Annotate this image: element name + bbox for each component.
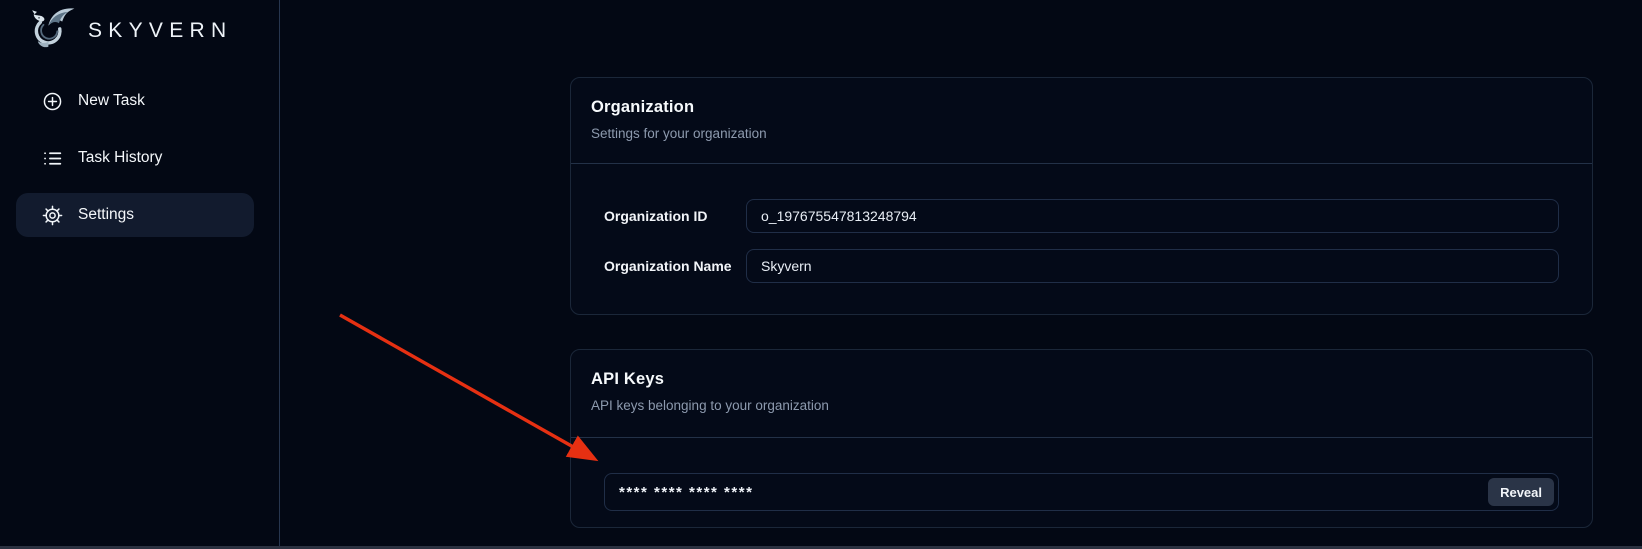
api-key-field: Reveal <box>604 473 1559 511</box>
plus-circle-icon <box>42 91 63 112</box>
organization-name-input[interactable] <box>746 249 1559 283</box>
organization-card-header: Organization Settings for your organizat… <box>571 78 1592 164</box>
organization-card-subtitle: Settings for your organization <box>591 126 1568 141</box>
organization-card-title: Organization <box>591 98 1568 117</box>
organization-name-label: Organization Name <box>604 258 746 274</box>
sidebar-item-task-history[interactable]: Task History <box>0 136 279 180</box>
api-keys-card: API Keys API keys belonging to your orga… <box>570 349 1593 528</box>
organization-id-row: Organization ID <box>604 199 1559 233</box>
sidebar: SKYVERN New Task Task History <box>0 0 280 549</box>
sidebar-item-new-task[interactable]: New Task <box>0 79 279 123</box>
organization-card: Organization Settings for your organizat… <box>570 77 1593 315</box>
organization-card-body: Organization ID Organization Name <box>571 164 1592 283</box>
list-icon <box>42 148 63 169</box>
sidebar-nav: New Task Task History <box>0 79 279 250</box>
api-keys-card-header: API Keys API keys belonging to your orga… <box>571 350 1592 438</box>
gear-icon <box>42 205 63 226</box>
brand-header: SKYVERN <box>0 0 279 60</box>
sidebar-item-label: Task History <box>78 149 162 167</box>
organization-id-input[interactable] <box>746 199 1559 233</box>
sidebar-item-label: Settings <box>78 206 134 224</box>
api-key-masked-input[interactable] <box>604 473 1559 511</box>
brand-name: SKYVERN <box>88 19 232 43</box>
api-keys-card-body: Reveal <box>571 438 1592 511</box>
sidebar-item-label: New Task <box>78 92 145 110</box>
api-keys-card-title: API Keys <box>591 370 1568 389</box>
reveal-button[interactable]: Reveal <box>1488 478 1554 506</box>
sidebar-item-settings[interactable]: Settings <box>16 193 254 237</box>
organization-name-row: Organization Name <box>604 249 1559 283</box>
api-keys-card-subtitle: API keys belonging to your organization <box>591 398 1568 413</box>
organization-id-label: Organization ID <box>604 208 746 224</box>
skyvern-dragon-logo-icon <box>24 3 76 58</box>
